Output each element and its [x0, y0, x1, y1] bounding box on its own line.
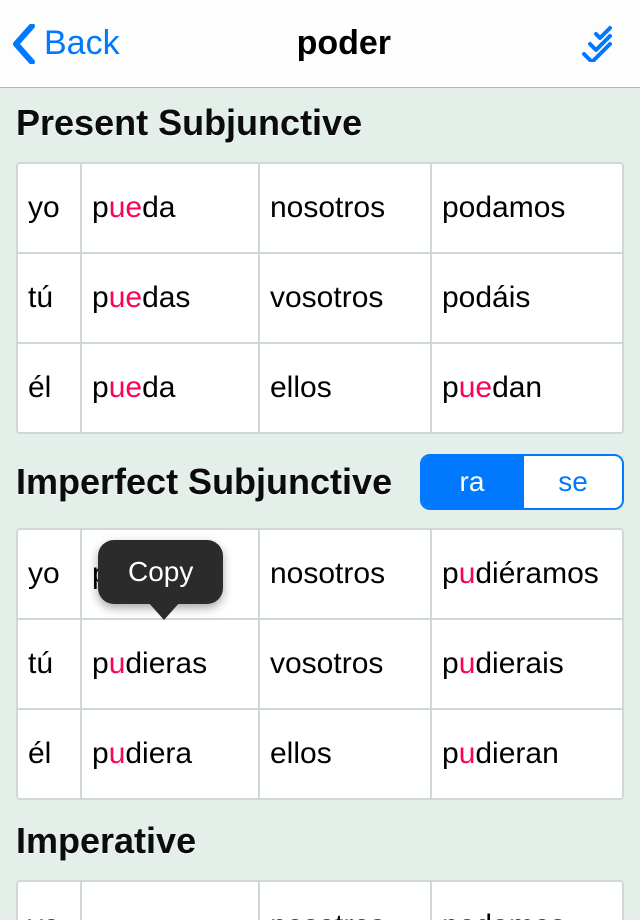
pronoun-cell[interactable]: yo	[18, 164, 80, 252]
conjugation-table-present-subj: yo pueda nosotros podamos tú puedas voso…	[16, 162, 624, 434]
conjugation-cell[interactable]: podamos	[432, 882, 622, 920]
conjugation-cell[interactable]: puedas	[82, 254, 258, 342]
pronoun-cell[interactable]: nosotros	[260, 882, 430, 920]
conjugation-cell[interactable]: pueda	[82, 344, 258, 432]
segment-ra[interactable]: ra	[422, 456, 522, 508]
pronoun-cell[interactable]: nosotros	[260, 164, 430, 252]
pronoun-cell[interactable]: vosotros	[260, 620, 430, 708]
conjugation-cell[interactable]: pudiera	[82, 710, 258, 798]
pronoun-cell[interactable]: ellos	[260, 710, 430, 798]
conjugation-cell[interactable]: pudieran	[432, 710, 622, 798]
section-title: Present Subjunctive	[16, 102, 362, 144]
pronoun-cell[interactable]: yo	[18, 530, 80, 618]
conjugation-cell[interactable]: podamos	[432, 164, 622, 252]
section-title: Imperative	[16, 820, 196, 862]
content-area: Present Subjunctive yo pueda nosotros po…	[0, 88, 640, 920]
chevron-left-icon	[12, 24, 36, 64]
conjugation-cell[interactable]: pudierais	[432, 620, 622, 708]
page-title: poder	[297, 24, 391, 63]
pronoun-cell[interactable]: vosotros	[260, 254, 430, 342]
conjugation-cell[interactable]: podáis	[432, 254, 622, 342]
pronoun-cell[interactable]: él	[18, 710, 80, 798]
section-title: Imperfect Subjunctive	[16, 461, 392, 503]
section-header-present-subj: Present Subjunctive	[0, 88, 640, 156]
back-button[interactable]: Back	[12, 24, 120, 64]
conjugation-cell[interactable]	[82, 882, 258, 920]
pronoun-cell[interactable]: tú	[18, 620, 80, 708]
pronoun-cell[interactable]: tú	[18, 254, 80, 342]
pronoun-cell[interactable]: yo	[18, 882, 80, 920]
nav-bar: Back poder	[0, 0, 640, 88]
conjugation-cell[interactable]: pudiéramos	[432, 530, 622, 618]
checkmarks-icon[interactable]	[568, 14, 628, 74]
pronoun-cell[interactable]: nosotros	[260, 530, 430, 618]
conjugation-cell[interactable]: pudieras	[82, 620, 258, 708]
conjugation-cell[interactable]: puedan	[432, 344, 622, 432]
pronoun-cell[interactable]: ellos	[260, 344, 430, 432]
section-header-imperative: Imperative	[0, 806, 640, 874]
segment-se[interactable]: se	[522, 456, 622, 508]
copy-popover[interactable]: Copy	[98, 540, 223, 604]
conjugation-table-imperative: yo nosotros podamos	[16, 880, 624, 920]
pronoun-cell[interactable]: él	[18, 344, 80, 432]
copy-popover-label: Copy	[128, 556, 193, 587]
section-header-imperfect-subj: Imperfect Subjunctive ra se	[0, 440, 640, 522]
conjugation-cell[interactable]: pueda	[82, 164, 258, 252]
segmented-control: ra se	[420, 454, 624, 510]
back-label: Back	[44, 24, 120, 63]
